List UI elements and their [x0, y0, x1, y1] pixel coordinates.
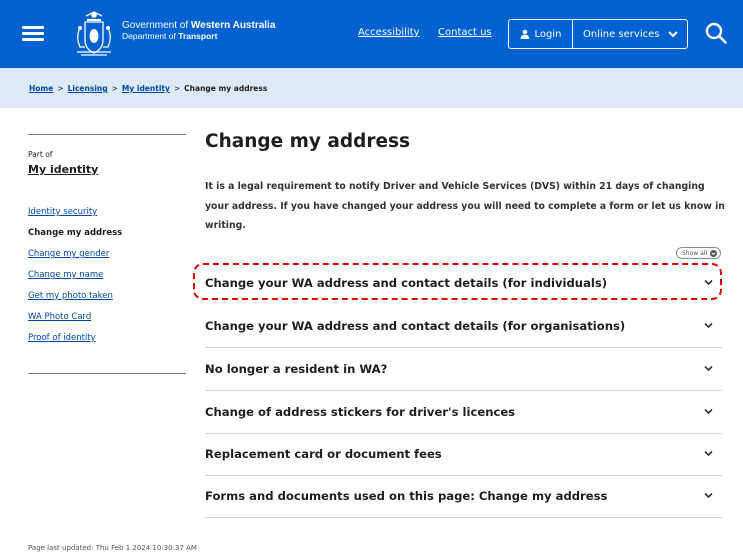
accordion-label: Change your WA address and contact detai…: [205, 319, 626, 333]
chevron-down-icon: [710, 249, 718, 257]
wa-crest-logo[interactable]: [72, 10, 116, 58]
chevron-down-icon: [704, 492, 713, 499]
accordion-label: Replacement card or document fees: [205, 447, 442, 461]
sidebar-divider: [28, 373, 186, 374]
chevron-down-icon: [704, 408, 713, 415]
sidebar-item-identity-security[interactable]: Identity security: [28, 207, 122, 228]
accordion-label: No longer a resident in WA?: [205, 362, 388, 376]
search-icon[interactable]: [704, 21, 728, 45]
chevron-down-icon: [668, 30, 679, 37]
online-services-label: Online services: [583, 28, 660, 40]
breadcrumb-bar: Home > Licensing > My identity > Change …: [0, 68, 743, 108]
show-all-label: Show all: [682, 249, 708, 257]
brand-emph: Western Australia: [190, 20, 276, 31]
site-header: Government of Western Australia Departme…: [0, 0, 743, 68]
accordion-label: Change of address stickers for driver's …: [205, 405, 516, 419]
sidebar-title-link[interactable]: My identity: [28, 163, 98, 176]
breadcrumb-licensing[interactable]: Licensing: [68, 84, 108, 93]
breadcrumb: Home > Licensing > My identity > Change …: [29, 84, 267, 93]
chevron-down-icon: [704, 279, 713, 286]
brand-text[interactable]: Government of Western Australia Departme…: [122, 20, 275, 42]
breadcrumb-separator: >: [57, 84, 64, 93]
breadcrumb-separator: >: [111, 84, 118, 93]
page-last-updated: Page last updated: Thu Feb 1 2024 10:30:…: [28, 544, 197, 552]
sidebar-item-label[interactable]: WA Photo Card: [28, 312, 91, 322]
sidebar-nav: Identity security Change my address Chan…: [28, 207, 122, 354]
chevron-down-icon: [704, 322, 713, 329]
sidebar-item-change-my-gender[interactable]: Change my gender: [28, 249, 122, 270]
accordion-label: Change your WA address and contact detai…: [205, 276, 608, 290]
chevron-down-icon: [704, 365, 713, 372]
accordion-item-individuals[interactable]: Change your WA address and contact detai…: [205, 263, 722, 305]
online-services-button[interactable]: Online services: [572, 19, 688, 49]
dept-prefix: Department of: [122, 31, 179, 41]
sidebar-item-label[interactable]: Identity security: [28, 207, 97, 217]
sidebar-item-label[interactable]: Change my gender: [28, 249, 109, 259]
breadcrumb-separator: >: [173, 84, 181, 93]
accordion-item-replacement-fees[interactable]: Replacement card or document fees: [205, 434, 722, 476]
intro-text: It is a legal requirement to notify Driv…: [205, 181, 725, 231]
breadcrumb-my-identity[interactable]: My identity: [122, 84, 170, 93]
sidebar-item-label[interactable]: Get my photo taken: [28, 291, 113, 301]
chevron-down-icon: [704, 450, 713, 457]
breadcrumb-current: Change my address: [184, 84, 268, 93]
accordion-item-address-stickers[interactable]: Change of address stickers for driver's …: [205, 392, 722, 434]
sidebar-item-wa-photo-card[interactable]: WA Photo Card: [28, 312, 122, 333]
dept-emph: Transport: [178, 31, 218, 41]
sidebar-item-change-my-address: Change my address: [28, 228, 122, 249]
contact-us-link[interactable]: Contact us: [438, 27, 492, 38]
accordion-item-forms-documents[interactable]: Forms and documents used on this page: C…: [205, 476, 722, 518]
menu-icon[interactable]: [22, 24, 44, 42]
sidebar-divider: [28, 134, 186, 135]
sidebar-item-change-my-name[interactable]: Change my name: [28, 270, 122, 291]
sidebar-item-label[interactable]: Proof of identity: [28, 333, 96, 343]
sidebar-part-of: Part of: [28, 150, 53, 159]
sidebar-item-get-my-photo-taken[interactable]: Get my photo taken: [28, 291, 122, 312]
login-button[interactable]: Login: [508, 19, 572, 49]
login-label: Login: [534, 28, 562, 40]
page-title: Change my address: [205, 131, 411, 152]
accordion-label: Forms and documents used on this page: C…: [205, 489, 608, 503]
sidebar-item-proof-of-identity[interactable]: Proof of identity: [28, 333, 122, 354]
breadcrumb-home[interactable]: Home: [29, 84, 53, 93]
accessibility-link[interactable]: Accessibility: [358, 27, 420, 38]
brand-prefix: Government of: [122, 20, 191, 31]
sidebar-item-label: Change my address: [28, 228, 123, 238]
sidebar-item-label[interactable]: Change my name: [28, 270, 103, 280]
accordion-item-no-longer-resident[interactable]: No longer a resident in WA?: [205, 349, 722, 391]
show-all-button[interactable]: Show all: [676, 247, 722, 259]
user-icon: [520, 29, 529, 39]
accordion-item-organisations[interactable]: Change your WA address and contact detai…: [205, 306, 722, 348]
